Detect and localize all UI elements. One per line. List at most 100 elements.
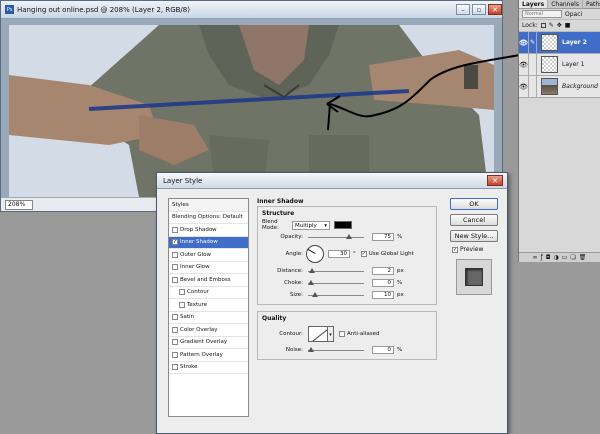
lock-row: Lock: ✎ ✥ ■ xyxy=(519,20,600,32)
preview-row[interactable]: ✓ Preview xyxy=(452,246,498,253)
opacity-label: Opacity: xyxy=(280,234,303,240)
noise-slider[interactable] xyxy=(308,347,364,353)
close-icon[interactable]: ✕ xyxy=(487,175,503,186)
contour-preview[interactable] xyxy=(308,326,328,342)
layer-name: Layer 2 xyxy=(562,39,587,46)
checkbox[interactable] xyxy=(179,301,185,308)
size-field[interactable]: 10 xyxy=(372,291,394,299)
layer-row-layer-1[interactable]: 👁 Layer 1 xyxy=(519,53,600,76)
style-label: Texture xyxy=(187,301,208,308)
checkbox[interactable] xyxy=(172,314,178,321)
folder-icon[interactable]: ▭ xyxy=(562,254,568,261)
angle-field[interactable]: 30 xyxy=(328,250,350,258)
noise-field[interactable]: 0 xyxy=(372,346,394,354)
tab-channels[interactable]: Channels xyxy=(548,0,583,8)
choke-field[interactable]: 0 xyxy=(372,279,394,287)
opacity-slider[interactable] xyxy=(308,234,364,240)
style-item-pattern-overlay[interactable]: Pattern Overlay xyxy=(169,349,248,362)
distance-slider[interactable] xyxy=(308,268,364,274)
unit-px: px xyxy=(397,292,404,298)
checkbox[interactable] xyxy=(172,264,178,271)
checkbox[interactable] xyxy=(172,251,178,258)
tab-paths[interactable]: Paths xyxy=(583,0,600,8)
link-icon[interactable]: ∞ xyxy=(533,254,538,261)
checkbox[interactable] xyxy=(172,226,178,233)
layer-name: Layer 1 xyxy=(562,61,585,68)
size-knob[interactable] xyxy=(311,292,318,297)
size-slider[interactable] xyxy=(308,292,364,298)
trash-icon[interactable]: 🗑 xyxy=(579,254,587,261)
global-light-checkbox-row[interactable]: ✓ Use Global Light xyxy=(360,251,414,257)
eye-icon[interactable]: 👁 xyxy=(519,31,529,54)
dialog-title: Layer Style xyxy=(163,176,203,185)
contour-dropdown[interactable]: ▾ xyxy=(328,326,334,342)
eye-icon[interactable]: 👁 xyxy=(519,53,529,76)
opacity-knob[interactable] xyxy=(345,234,352,239)
lock-all-icon[interactable]: ■ xyxy=(565,22,571,29)
fx-icon[interactable]: ƒ xyxy=(541,254,543,261)
checkbox[interactable] xyxy=(172,276,178,283)
opacity-field[interactable]: 75 xyxy=(372,233,394,241)
global-light-checkbox[interactable]: ✓ xyxy=(360,251,367,257)
checkbox[interactable] xyxy=(172,339,178,346)
preview-checkbox[interactable]: ✓ xyxy=(452,246,458,253)
anti-aliased-checkbox[interactable] xyxy=(339,331,345,337)
link-slot xyxy=(529,53,537,76)
choke-knob[interactable] xyxy=(308,280,314,285)
style-label: Inner Shadow xyxy=(180,239,218,246)
structure-group: Structure Blend Mode: Multiply Opacity: … xyxy=(257,206,437,305)
blend-mode-dropdown[interactable]: Multiply xyxy=(292,220,330,230)
lock-transparency-icon[interactable] xyxy=(540,23,546,28)
lock-brush-icon[interactable]: ✎ xyxy=(549,22,554,29)
adjustment-icon[interactable]: ◑ xyxy=(553,254,558,261)
style-item-stroke[interactable]: Stroke xyxy=(169,362,248,374)
style-item-gradient-overlay[interactable]: Gradient Overlay xyxy=(169,337,248,349)
style-preview-thumbnail xyxy=(456,259,492,295)
distance-field[interactable]: 2 xyxy=(372,267,394,275)
degree-symbol: ° xyxy=(353,251,356,257)
choke-slider[interactable] xyxy=(308,280,364,286)
style-item-bevel-emboss[interactable]: Bevel and Emboss xyxy=(169,274,248,287)
layer-row-layer-2[interactable]: 👁 ✎ Layer 2 xyxy=(519,31,600,54)
style-item-contour[interactable]: Contour xyxy=(169,287,248,299)
angle-dial[interactable] xyxy=(306,245,324,263)
ok-button[interactable]: OK xyxy=(450,198,498,210)
anti-aliased-row[interactable]: Anti-aliased xyxy=(339,331,379,337)
checkbox[interactable]: ✓ xyxy=(172,239,178,246)
checkbox[interactable] xyxy=(172,364,178,371)
new-style-button[interactable]: New Style... xyxy=(450,230,498,242)
dialog-title-bar[interactable]: Layer Style ✕ xyxy=(157,173,507,189)
style-item-drop-shadow[interactable]: Drop Shadow xyxy=(169,224,248,237)
distance-label: Distance: xyxy=(277,268,303,274)
style-item-color-overlay[interactable]: Color Overlay xyxy=(169,324,248,337)
layer-row-background[interactable]: 👁 Background xyxy=(519,75,600,98)
styles-header[interactable]: Styles xyxy=(169,199,248,212)
blending-options-item[interactable]: Blending Options: Default xyxy=(169,212,248,224)
shadow-color-swatch[interactable] xyxy=(334,221,352,229)
style-item-inner-shadow[interactable]: ✓ Inner Shadow xyxy=(169,236,248,249)
cancel-button[interactable]: Cancel xyxy=(450,214,498,226)
distance-knob[interactable] xyxy=(309,268,315,273)
new-layer-icon[interactable]: ❏ xyxy=(570,254,575,261)
unit-px: px xyxy=(397,268,404,274)
unit-pct: % xyxy=(397,234,403,240)
checkbox[interactable] xyxy=(172,351,178,358)
checkbox[interactable] xyxy=(172,326,178,333)
style-item-texture[interactable]: Texture xyxy=(169,299,248,312)
style-label: Drop Shadow xyxy=(180,226,217,233)
angle-row: Angle: 30 ° ✓ Use Global Light xyxy=(262,243,432,265)
style-item-satin[interactable]: Satin xyxy=(169,312,248,324)
noise-knob[interactable] xyxy=(308,347,314,352)
tab-layers[interactable]: Layers xyxy=(519,0,549,8)
blend-mode-label: Blend Mode: xyxy=(262,219,279,231)
lock-move-icon[interactable]: ✥ xyxy=(557,22,562,29)
blend-row: Normal Opaci xyxy=(519,9,600,20)
global-light-label: Use Global Light xyxy=(368,251,414,257)
style-item-inner-glow[interactable]: Inner Glow xyxy=(169,262,248,274)
blend-mode-select[interactable]: Normal xyxy=(522,10,562,18)
style-item-outer-glow[interactable]: Outer Glow xyxy=(169,249,248,262)
style-label: Contour xyxy=(187,289,209,296)
checkbox[interactable] xyxy=(179,289,185,296)
mask-icon[interactable]: ◘ xyxy=(546,254,551,261)
eye-icon[interactable]: 👁 xyxy=(519,75,529,98)
